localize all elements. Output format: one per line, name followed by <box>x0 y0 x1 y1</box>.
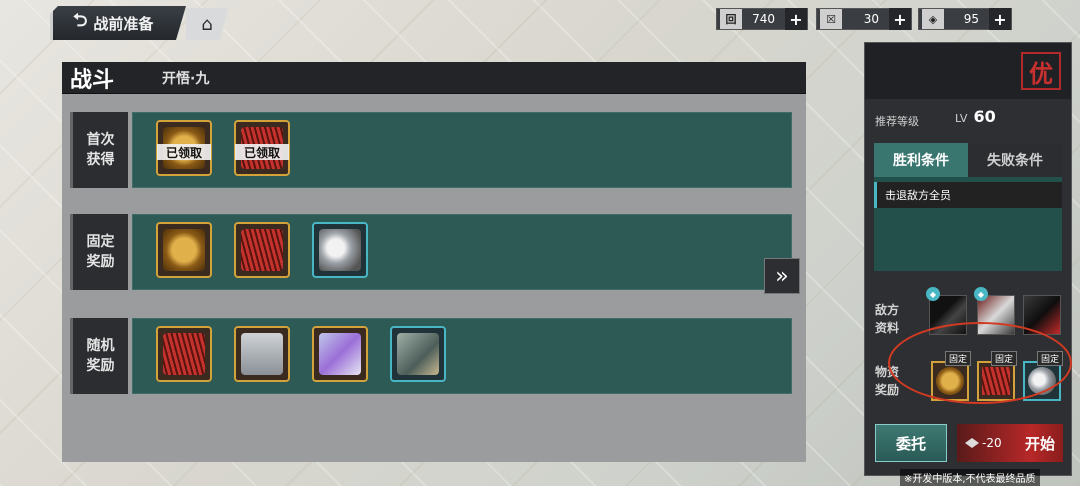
fixed-reward-row: 固定奖励 <box>70 214 792 290</box>
reward-item[interactable]: 已领取 <box>156 120 212 176</box>
lv-value: 60 <box>973 107 996 126</box>
row-label: 随机奖励 <box>70 318 128 394</box>
recommend-level: LV 60 <box>955 107 996 126</box>
start-button[interactable]: -20 开始 <box>957 424 1063 462</box>
cloth-bundle-icon <box>241 333 283 375</box>
resource-value: 30 <box>863 12 879 26</box>
rank-box: 优 <box>865 43 1071 99</box>
red-fan-icon <box>241 229 283 271</box>
enemy-type-icon: ◆ <box>926 287 940 301</box>
start-label: 开始 <box>1024 434 1055 453</box>
row-items <box>132 214 792 290</box>
reward-item[interactable] <box>234 326 290 382</box>
reward-item[interactable] <box>390 326 446 382</box>
tab-victory[interactable]: 胜利条件 <box>874 143 968 177</box>
random-reward-row: 随机奖励 <box>70 318 792 394</box>
chevron-right-icon: » <box>775 263 789 289</box>
resource-crystal: ◈ 95 + <box>918 8 1012 30</box>
stage-name: 开悟·九 <box>162 70 210 87</box>
copper-coin-icon <box>163 229 205 271</box>
back-label: 战前准备 <box>93 14 154 33</box>
reward-item[interactable] <box>156 326 212 382</box>
add-crystal-button[interactable]: + <box>989 8 1011 30</box>
start-cost: -20 <box>965 436 1002 450</box>
reward-item[interactable] <box>156 222 212 278</box>
condition-tabs: 胜利条件 失败条件 <box>874 143 1062 177</box>
reward-item[interactable] <box>234 222 290 278</box>
reward-item[interactable]: 已领取 <box>234 120 290 176</box>
row-label: 首次获得 <box>70 112 128 188</box>
enemy-type-icon: ◆ <box>974 287 988 301</box>
tab-defeat[interactable]: 失败条件 <box>968 143 1062 177</box>
first-clear-row: 首次获得 已领取 已领取 <box>70 112 792 188</box>
annotation-circle <box>888 322 1072 404</box>
resource-value: 95 <box>963 12 979 26</box>
reward-item[interactable] <box>312 326 368 382</box>
battle-panel: 战斗 开悟·九 首次获得 已领取 已领取 固定奖励 随机奖励 <box>62 62 806 462</box>
next-page-button[interactable]: » <box>764 258 800 294</box>
rank-badge: 优 <box>1021 52 1061 90</box>
recommend-label: 推荐等级 <box>875 115 919 128</box>
dev-disclaimer: ※开发中版本,不代表最终品质 <box>900 469 1040 486</box>
battle-header: 战斗 开悟·九 <box>62 62 806 94</box>
lv-prefix: LV <box>955 112 968 125</box>
resource-ticket: 回 740 + <box>716 8 808 30</box>
cost-value: -20 <box>982 436 1002 450</box>
battle-title: 战斗 <box>70 67 115 93</box>
energy-icon: ☒ <box>820 9 842 29</box>
resource-value: 740 <box>752 12 775 26</box>
reward-item[interactable] <box>312 222 368 278</box>
claimed-tag: 已领取 <box>157 144 211 160</box>
stage-info-panel: 优 推荐等级 LV 60 胜利条件 失败条件 击退敌方全员 敌方资料 ◆ ◆ 物资… <box>864 42 1072 476</box>
row-items <box>132 318 792 394</box>
home-icon: ⌂ <box>201 13 213 35</box>
ticket-icon: 回 <box>720 9 742 29</box>
scroll-icon <box>397 333 439 375</box>
back-arrow-icon: ⮌ <box>73 10 88 31</box>
crystal-icon <box>965 438 979 448</box>
condition-text: 击退敌方全员 <box>874 182 1062 208</box>
row-items: 已领取 已领取 <box>132 112 792 188</box>
resource-energy: ☒ 30 + <box>816 8 912 30</box>
red-fan-icon <box>163 333 205 375</box>
add-ticket-button[interactable]: + <box>785 8 807 30</box>
add-energy-button[interactable]: + <box>889 8 911 30</box>
entrust-button[interactable]: 委托 <box>875 424 947 462</box>
back-button[interactable]: ⮌ 战前准备 <box>50 6 186 40</box>
claimed-tag: 已领取 <box>235 144 289 160</box>
crystal-cube-icon <box>319 333 361 375</box>
condition-box: 胜利条件 失败条件 击退敌方全员 <box>874 143 1062 271</box>
home-button[interactable]: ⌂ <box>186 8 228 40</box>
silver-coin-icon <box>319 229 361 271</box>
row-label: 固定奖励 <box>70 214 128 290</box>
enemy-label: 敌方资料 <box>874 303 899 335</box>
crystal-icon: ◈ <box>922 9 944 29</box>
